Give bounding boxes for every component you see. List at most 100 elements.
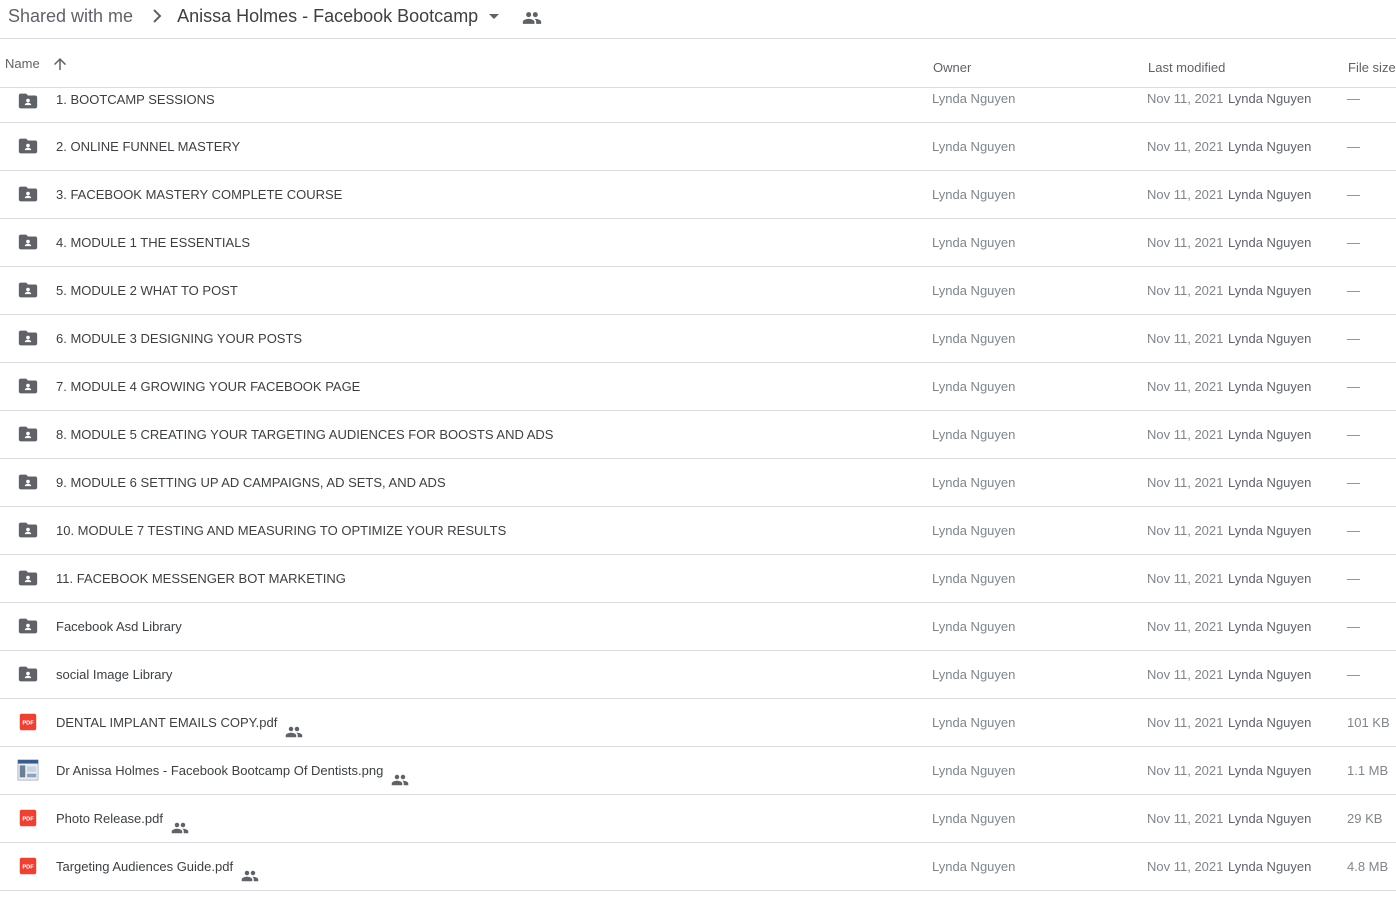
svg-text:PDF: PDF	[22, 816, 34, 822]
file-owner: Lynda Nguyen	[932, 763, 1016, 778]
file-name-text: 6. MODULE 3 DESIGNING YOUR POSTS	[56, 331, 303, 346]
file-modified-by: Lynda Nguyen	[1228, 619, 1312, 634]
file-modified-by: Lynda Nguyen	[1228, 283, 1312, 298]
sort-arrow-up-icon[interactable]	[51, 55, 69, 73]
column-header-last-modified[interactable]: Last modified	[1148, 40, 1225, 88]
file-modified-by: Lynda Nguyen	[1228, 187, 1312, 202]
file-row[interactable]: 4. MODULE 1 THE ESSENTIALS Lynda Nguyen No…	[0, 219, 1396, 267]
shared-people-icon	[391, 760, 409, 786]
file-name-text: Targeting Audiences Guide.pdf	[56, 859, 234, 874]
file-size: —	[1347, 571, 1360, 586]
shared-folder-icon	[17, 471, 39, 493]
shared-folder-icon	[17, 615, 39, 637]
file-modified-date: Nov 11, 2021	[1147, 811, 1224, 826]
file-modified-by: Lynda Nguyen	[1228, 427, 1312, 442]
file-name[interactable]: 6. MODULE 3 DESIGNING YOUR POSTS	[56, 315, 302, 363]
file-name[interactable]: DENTAL IMPLANT EMAILS COPY.pdf	[56, 699, 303, 747]
file-owner: Lynda Nguyen	[932, 91, 1016, 106]
file-owner: Lynda Nguyen	[932, 283, 1016, 298]
file-modified-date: Nov 11, 2021	[1147, 523, 1224, 538]
file-name[interactable]: 2. ONLINE FUNNEL MASTERY	[56, 123, 240, 171]
file-size: —	[1347, 427, 1360, 442]
file-name[interactable]: 3. FACEBOOK MASTERY COMPLETE COURSE	[56, 171, 342, 219]
file-modified-by: Lynda Nguyen	[1228, 331, 1312, 346]
file-name-text: 7. MODULE 4 GROWING YOUR FACEBOOK PAGE	[56, 379, 361, 394]
file-modified-by: Lynda Nguyen	[1228, 667, 1312, 682]
shared-folder-icon	[17, 375, 39, 397]
file-modified-date: Nov 11, 2021	[1147, 715, 1224, 730]
file-modified-date: Nov 11, 2021	[1147, 331, 1224, 346]
file-name-text: Photo Release.pdf	[56, 811, 163, 826]
file-name[interactable]: 7. MODULE 4 GROWING YOUR FACEBOOK PAGE	[56, 363, 360, 411]
file-row[interactable]: social Image Library Lynda Nguyen Nov 11, …	[0, 651, 1396, 699]
file-name[interactable]: 1. BOOTCAMP SESSIONS	[56, 88, 215, 112]
file-name[interactable]: social Image Library	[56, 651, 172, 699]
column-header-file-size[interactable]: File size	[1348, 40, 1396, 88]
file-modified-by: Lynda Nguyen	[1228, 811, 1312, 826]
shared-people-icon	[241, 856, 259, 882]
shared-folder-icon	[17, 327, 39, 349]
caret-down-icon[interactable]	[484, 6, 504, 26]
file-name[interactable]: 5. MODULE 2 WHAT TO POST	[56, 267, 238, 315]
file-name-text: 11. FACEBOOK MESSENGER BOT MARKETING	[56, 571, 346, 586]
file-name[interactable]: Photo Release.pdf	[56, 795, 189, 843]
file-size: —	[1347, 283, 1360, 298]
file-row[interactable]: 10. MODULE 7 TESTING AND MEASURING TO OP…	[0, 507, 1396, 555]
file-name[interactable]: Dr Anissa Holmes - Facebook Bootcamp Of …	[56, 747, 409, 795]
file-row[interactable]: 9. MODULE 6 SETTING UP AD CAMPAIGNS, AD …	[0, 459, 1396, 507]
file-row[interactable]: 6. MODULE 3 DESIGNING YOUR POSTS Lynda Ng…	[0, 315, 1396, 363]
file-modified-by: Lynda Nguyen	[1228, 91, 1312, 106]
pdf-icon: PDF	[17, 711, 39, 733]
file-row[interactable]: Facebook Asd Library Lynda Nguyen Nov 11, …	[0, 603, 1396, 651]
file-name[interactable]: Targeting Audiences Guide.pdf	[56, 843, 259, 891]
file-row[interactable]: 11. FACEBOOK MESSENGER BOT MARKETING Lynd…	[0, 555, 1396, 603]
file-size: —	[1347, 475, 1360, 490]
shared-folder-icon	[17, 423, 39, 445]
file-name-text: 3. FACEBOOK MASTERY COMPLETE COURSE	[56, 187, 343, 202]
file-row[interactable]: 5. MODULE 2 WHAT TO POST Lynda Nguyen Nov …	[0, 267, 1396, 315]
file-name-text: 4. MODULE 1 THE ESSENTIALS	[56, 235, 251, 250]
column-header-owner[interactable]: Owner	[933, 40, 971, 88]
file-name-text: Facebook Asd Library	[56, 619, 182, 634]
pdf-icon: PDF	[17, 807, 39, 829]
file-size: 1.1 MB	[1347, 763, 1389, 778]
file-name-text: social Image Library	[56, 667, 173, 682]
file-row[interactable]: 1. BOOTCAMP SESSIONS Lynda Nguyen Nov 11, …	[0, 88, 1396, 123]
file-name[interactable]: 9. MODULE 6 SETTING UP AD CAMPAIGNS, AD …	[56, 459, 446, 507]
file-modified-date: Nov 11, 2021	[1147, 763, 1224, 778]
svg-text:PDF: PDF	[22, 720, 34, 726]
file-name-text: 8. MODULE 5 CREATING YOUR TARGETING AUDI…	[56, 427, 554, 442]
file-owner: Lynda Nguyen	[932, 235, 1016, 250]
file-row[interactable]: 2. ONLINE FUNNEL MASTERY Lynda Nguyen Nov …	[0, 123, 1396, 171]
file-name[interactable]: 11. FACEBOOK MESSENGER BOT MARKETING	[56, 555, 346, 603]
pdf-icon: PDF	[17, 855, 39, 877]
file-name[interactable]: 4. MODULE 1 THE ESSENTIALS	[56, 219, 250, 267]
file-modified-date: Nov 11, 2021	[1147, 619, 1224, 634]
file-size: 4.8 MB	[1347, 859, 1389, 874]
file-name[interactable]: Facebook Asd Library	[56, 603, 182, 651]
file-row[interactable]: 7. MODULE 4 GROWING YOUR FACEBOOK PAGE Ly…	[0, 363, 1396, 411]
file-owner: Lynda Nguyen	[932, 811, 1016, 826]
file-name[interactable]: 8. MODULE 5 CREATING YOUR TARGETING AUDI…	[56, 411, 553, 459]
file-row[interactable]: 3. FACEBOOK MASTERY COMPLETE COURSE Lynda…	[0, 171, 1396, 219]
file-owner: Lynda Nguyen	[932, 139, 1016, 154]
file-size: 101 KB	[1347, 715, 1390, 730]
file-row[interactable]: Dr Anissa Holmes - Facebook Bootcamp Of …	[0, 747, 1396, 795]
breadcrumb-shared-with-me[interactable]: Shared with me	[8, 6, 133, 27]
file-owner: Lynda Nguyen	[932, 379, 1016, 394]
file-modified-date: Nov 11, 2021	[1147, 379, 1224, 394]
file-row[interactable]: PDF DENTAL IMPLANT EMAILS COPY.pdf Lynda…	[0, 699, 1396, 747]
file-name-text: DENTAL IMPLANT EMAILS COPY.pdf	[56, 715, 278, 730]
shared-folder-icon	[17, 519, 39, 541]
shared-folder-icon	[17, 663, 39, 685]
file-modified-by: Lynda Nguyen	[1228, 379, 1312, 394]
breadcrumb-current-folder[interactable]: Anissa Holmes - Facebook Bootcamp	[177, 6, 478, 27]
file-row[interactable]: 8. MODULE 5 CREATING YOUR TARGETING AUDI…	[0, 411, 1396, 459]
file-row[interactable]: PDF Photo Release.pdf Lynda Nguyen Nov 11…	[0, 795, 1396, 843]
file-size: —	[1347, 619, 1360, 634]
column-header-name[interactable]: Name	[5, 40, 69, 88]
file-modified-by: Lynda Nguyen	[1228, 859, 1312, 874]
file-name[interactable]: 10. MODULE 7 TESTING AND MEASURING TO OP…	[56, 507, 506, 555]
file-modified-date: Nov 11, 2021	[1147, 235, 1224, 250]
file-row[interactable]: PDF Targeting Audiences Guide.pdf Lynda …	[0, 843, 1396, 891]
